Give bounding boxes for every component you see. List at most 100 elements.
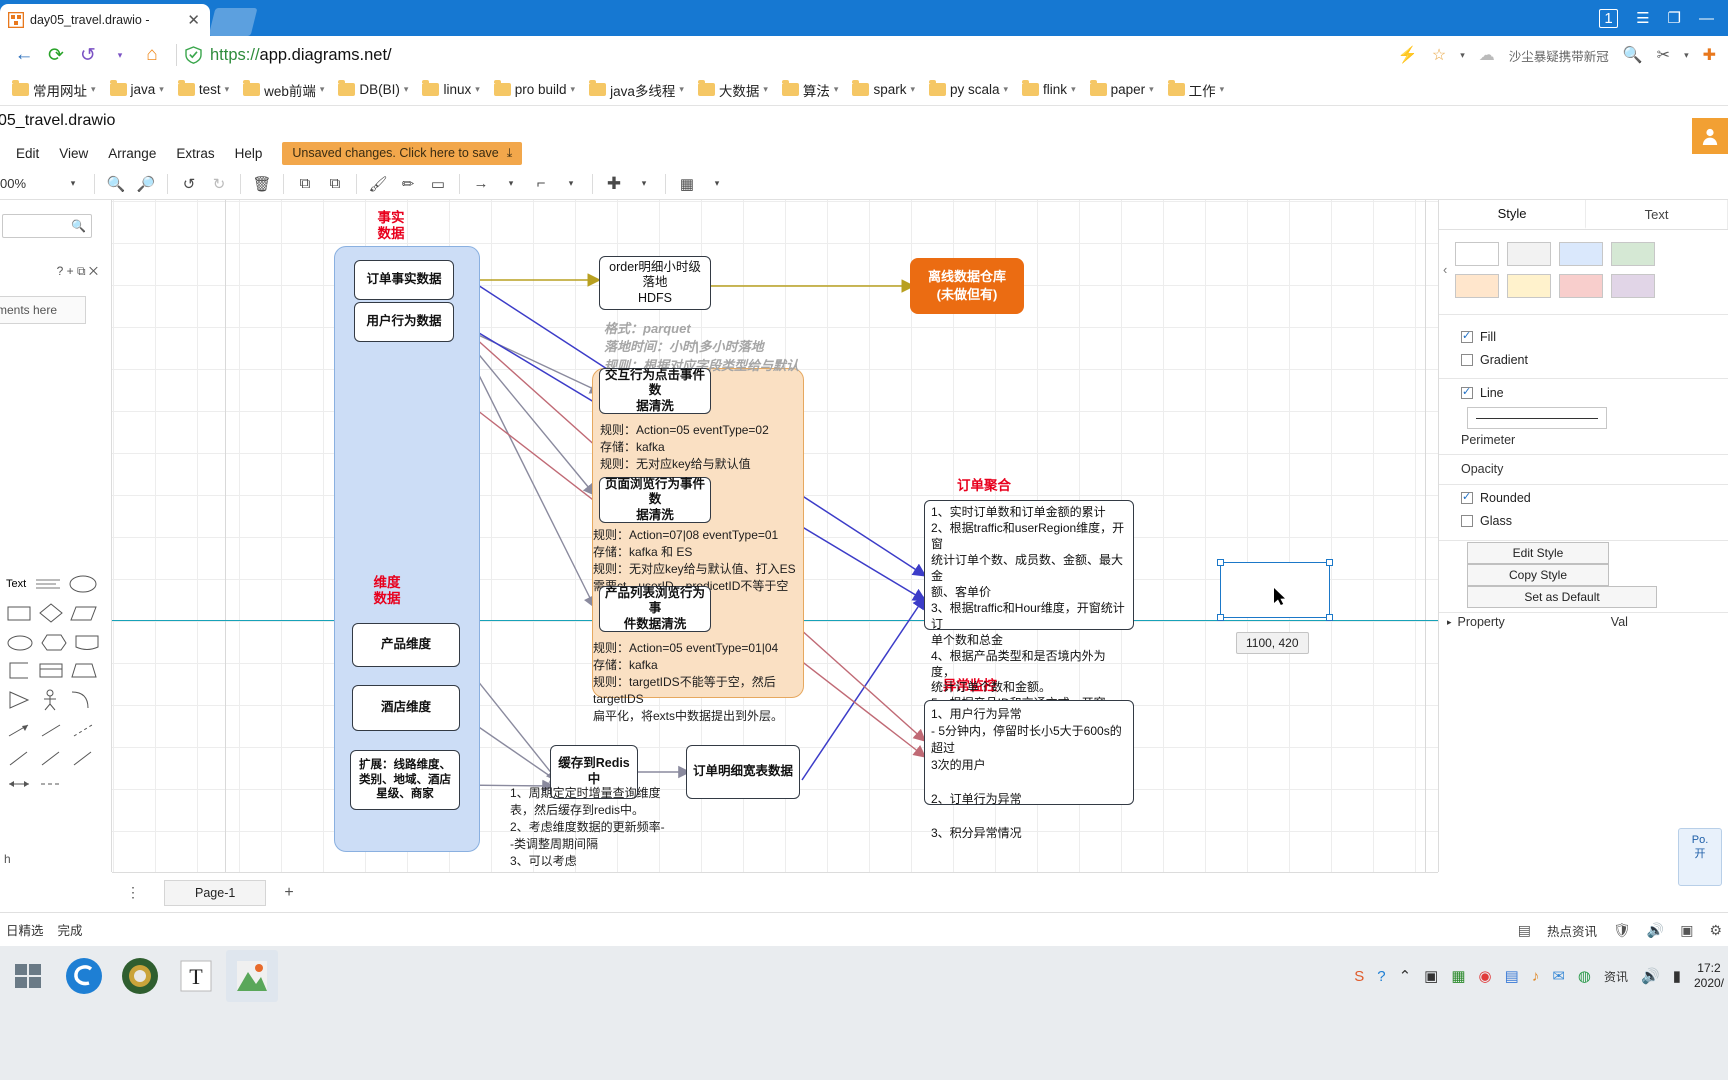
bookmark-item[interactable]: test ▾	[172, 80, 235, 99]
resize-handle-se[interactable]	[1326, 614, 1333, 621]
notes-icon[interactable]: ▤	[1505, 967, 1519, 985]
delete-icon[interactable]: 🗑	[247, 170, 277, 198]
node-offline-warehouse[interactable]: 离线数据仓库 (未做但有)	[910, 258, 1024, 314]
search-icon[interactable]: 🔍	[1623, 45, 1643, 65]
node-click-event-clean[interactable]: 交互行为点击事件数 据清洗	[599, 368, 711, 414]
waypoints-icon[interactable]: ⌐	[526, 170, 556, 198]
shield-icon[interactable]: 🛡	[1613, 922, 1631, 939]
scissors-caret-icon[interactable]: ▾	[1684, 50, 1689, 61]
account-avatar-button[interactable]	[1692, 118, 1728, 154]
parallelogram-shape-icon[interactable]	[70, 603, 98, 623]
bookmark-item[interactable]: linux ▾	[416, 80, 485, 99]
swatch-yellow[interactable]	[1507, 274, 1551, 298]
node-anomaly-detail[interactable]: 1、用户行为异常 - 5分钟内，停留时长小5大于600s的超过 3次的用户 2、…	[924, 700, 1134, 840]
table-icon[interactable]: ▦	[672, 170, 702, 198]
bookmark-item[interactable]: java ▾	[104, 80, 170, 99]
dashed-line-icon[interactable]	[38, 776, 64, 792]
bookmark-item[interactable]: paper ▾	[1084, 80, 1160, 99]
panel-collapse-icon[interactable]: ‹	[1443, 262, 1447, 277]
line-checkbox[interactable]	[1461, 385, 1473, 399]
glass-row[interactable]: Glass	[1461, 514, 1512, 528]
unsaved-changes-button[interactable]: Unsaved changes. Click here to save ⤓	[282, 141, 523, 165]
bookmark-item[interactable]: flink ▾	[1016, 80, 1082, 99]
star-icon[interactable]: ☆	[1432, 45, 1446, 65]
mail-icon[interactable]: ✉	[1552, 967, 1565, 985]
news-label[interactable]: 热点资讯	[1547, 921, 1597, 940]
diamond-shape-icon[interactable]	[38, 602, 64, 624]
volume-icon[interactable]: 🔊	[1647, 922, 1664, 939]
cloud-shape-icon[interactable]	[6, 632, 34, 652]
trapezoid-shape-icon[interactable]	[70, 660, 98, 680]
copy-style-button[interactable]: Copy Style	[1467, 564, 1609, 586]
taskbar-clock[interactable]: 17:2 2020/	[1694, 961, 1724, 991]
tab-text[interactable]: Text	[1586, 200, 1728, 229]
connection-caret-icon[interactable]: ▾	[496, 170, 526, 198]
swatch-blue[interactable]	[1559, 242, 1603, 266]
scissors-icon[interactable]: ✂	[1657, 45, 1670, 65]
caret-up-icon[interactable]: ⌃	[1399, 967, 1412, 985]
actor-shape-icon[interactable]	[38, 688, 62, 712]
bookmark-item[interactable]: 大数据 ▾	[692, 78, 774, 102]
scratchpad-tools[interactable]: ? + ⧉ ✕	[2, 260, 98, 282]
puzzle-icon[interactable]: ✚	[1703, 45, 1716, 65]
history-caret-icon[interactable]: ▾	[104, 40, 136, 70]
add-page-button[interactable]: +	[284, 884, 293, 902]
label-fact-data[interactable]: 事实 数据	[356, 210, 426, 242]
zoom-dropdown-icon[interactable]: ▾	[58, 170, 88, 198]
line-color-icon[interactable]: ✏	[393, 170, 423, 198]
node-extended-dim[interactable]: 扩展：线路维度、类别、地域、酒店星级、商家	[350, 750, 460, 810]
table-shape-icon[interactable]	[38, 660, 64, 680]
zoom-out-icon[interactable]: 🔎	[131, 170, 161, 198]
to-front-icon[interactable]: ⧉	[290, 170, 320, 198]
bookmark-item[interactable]: 工作 ▾	[1162, 78, 1231, 102]
edit-style-button[interactable]: Edit Style	[1467, 542, 1609, 564]
rounded-checkbox[interactable]	[1461, 490, 1473, 504]
screen-icon[interactable]: ▣	[1424, 967, 1438, 985]
text-editor-icon[interactable]: T	[170, 950, 222, 1002]
bookmark-item[interactable]: web前端 ▾	[237, 78, 330, 102]
node-product-list-clean[interactable]: 产品列表浏览行为事 件数据清洗	[599, 586, 711, 632]
waypoints-caret-icon[interactable]: ▾	[556, 170, 586, 198]
node-order-aggregation-detail[interactable]: 1、实时订单数和订单金额的累计 2、根据traffic和userRegion维度…	[924, 500, 1134, 742]
ellipse-shape-icon[interactable]	[68, 574, 98, 594]
node-order-hdfs[interactable]: order明细小时级落地 HDFS	[599, 256, 711, 310]
bookmark-item[interactable]: py scala ▾	[923, 80, 1014, 99]
to-back-icon[interactable]: ⧉	[320, 170, 350, 198]
tab-close-icon[interactable]: ✕	[185, 13, 202, 28]
swatch-orange[interactable]	[1455, 274, 1499, 298]
note-click-rules[interactable]: 规则：Action=05 eventType=02 存储：kafka 规则：无对…	[600, 422, 820, 473]
resize-handle-sw[interactable]	[1217, 614, 1224, 621]
menu-arrange[interactable]: Arrange	[98, 144, 166, 163]
node-page-view-clean[interactable]: 页面浏览行为事件数 据清洗	[599, 477, 711, 523]
bookmark-item[interactable]: spark ▾	[846, 80, 921, 99]
node-order-fact[interactable]: 订单事实数据	[354, 260, 454, 300]
table-caret-icon[interactable]: ▾	[702, 170, 732, 198]
menu-help[interactable]: Help	[225, 144, 273, 163]
node-product-dim[interactable]: 产品维度	[352, 623, 460, 667]
shape-search-input[interactable]: 🔍	[2, 214, 92, 238]
restore-window-icon[interactable]: ❐	[1668, 11, 1681, 26]
diagram-canvas[interactable]: 事实 数据 维度 数据 订单聚合 异常监控 订单事实数据 用户行为数据 产品维度…	[112, 200, 1438, 872]
grid-icon[interactable]: ▦	[1451, 967, 1465, 985]
volume-icon[interactable]: 🔊	[1641, 967, 1660, 985]
windows-start-icon[interactable]	[2, 950, 54, 1002]
fill-row[interactable]: Fill	[1461, 329, 1496, 344]
help-icon[interactable]: ?	[1377, 968, 1385, 985]
bookmark-item[interactable]: DB(BI) ▾	[332, 80, 414, 99]
gradient-checkbox[interactable]	[1461, 354, 1473, 366]
tray-news-label[interactable]: 资讯	[1604, 968, 1628, 985]
menu-extras[interactable]: Extras	[166, 144, 224, 163]
undo-icon[interactable]: ↺	[174, 170, 204, 198]
home-icon[interactable]: ⌂	[136, 40, 168, 70]
expand-icon[interactable]: ▸	[1447, 617, 1452, 628]
double-arrow-icon[interactable]	[38, 720, 64, 740]
network-icon[interactable]: ▮	[1673, 967, 1681, 985]
node-user-behavior[interactable]: 用户行为数据	[354, 302, 454, 342]
node-hotel-dim[interactable]: 酒店维度	[352, 685, 460, 731]
desktop-corner-widget[interactable]: Po. 开	[1678, 828, 1722, 886]
bidirectional-arrow-icon[interactable]	[6, 776, 32, 792]
rectangle-shape-icon[interactable]	[6, 603, 32, 623]
fill-checkbox[interactable]	[1461, 329, 1473, 343]
fill-color-icon[interactable]: 🖌	[363, 170, 393, 198]
minimize-window-icon[interactable]: —	[1699, 11, 1714, 26]
